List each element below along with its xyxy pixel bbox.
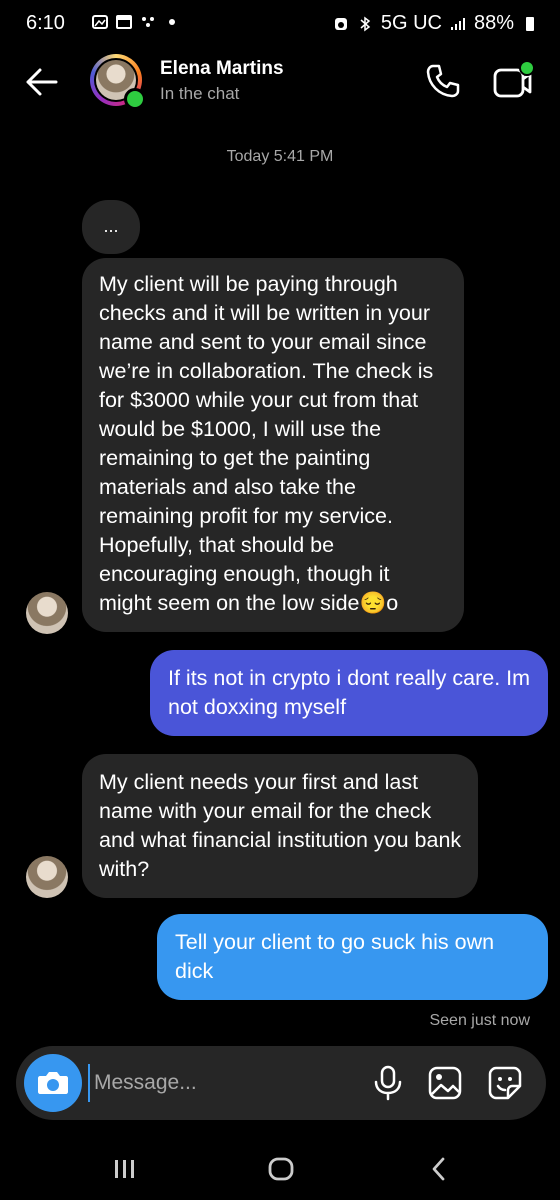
message-input[interactable] — [88, 1064, 336, 1102]
presence-status: In the chat — [160, 84, 240, 103]
seen-status: Seen just now — [429, 1012, 530, 1029]
gallery-notification-icon — [92, 15, 108, 29]
network-label: 5G UC — [380, 12, 442, 34]
system-nav-bar — [0, 1140, 560, 1200]
dots-notification-icon — [142, 17, 154, 27]
contact-avatar[interactable] — [90, 54, 146, 110]
sender-avatar[interactable] — [26, 592, 68, 634]
status-time: 6:10 — [26, 12, 65, 34]
status-bar: 6:10 5G UC 88% — [0, 0, 560, 46]
camera-icon — [38, 1072, 68, 1094]
phone-icon[interactable] — [424, 62, 462, 100]
battery-icon — [526, 16, 534, 31]
back-icon[interactable] — [424, 1154, 454, 1184]
message-bubble-outgoing[interactable]: If its not in crypto i dont really care.… — [150, 650, 548, 736]
home-icon[interactable] — [266, 1154, 296, 1184]
message-text: If its not in crypto i dont really care.… — [168, 666, 531, 719]
message-composer — [16, 1046, 546, 1120]
alarm-icon — [334, 17, 347, 30]
message-text: My client needs your first and last name… — [99, 770, 462, 881]
message-text: My client will be paying through checks … — [99, 272, 434, 615]
sticker-icon[interactable] — [486, 1064, 524, 1102]
chat-timestamp: Today 5:41 PM — [226, 148, 334, 165]
microphone-icon[interactable] — [370, 1064, 406, 1102]
message-text: Tell your client to go suck his own dick — [175, 930, 495, 983]
battery-level: 88% — [473, 12, 514, 34]
message-text: ... — [103, 216, 119, 236]
message-bubble-typing[interactable]: ... — [82, 200, 140, 254]
video-call-icon[interactable] — [492, 60, 534, 102]
back-arrow-icon[interactable] — [20, 60, 64, 104]
online-status-indicator — [124, 88, 146, 110]
gallery-icon[interactable] — [426, 1064, 464, 1102]
message-bubble-incoming[interactable]: My client will be paying through checks … — [82, 258, 464, 632]
camera-button[interactable] — [24, 1054, 82, 1112]
message-bubble-incoming[interactable]: My client needs your first and last name… — [82, 754, 478, 898]
message-bubble-outgoing[interactable]: Tell your client to go suck his own dick — [157, 914, 548, 1000]
contact-name[interactable]: Elena Martins — [160, 58, 284, 80]
recent-apps-icon[interactable] — [110, 1154, 140, 1184]
calendar-notification-icon — [116, 15, 132, 29]
bluetooth-icon — [360, 16, 371, 31]
dot-icon — [169, 19, 175, 25]
chat-header: Elena Martins In the chat — [0, 46, 560, 116]
sender-avatar[interactable] — [26, 856, 68, 898]
signal-icon — [450, 17, 465, 30]
